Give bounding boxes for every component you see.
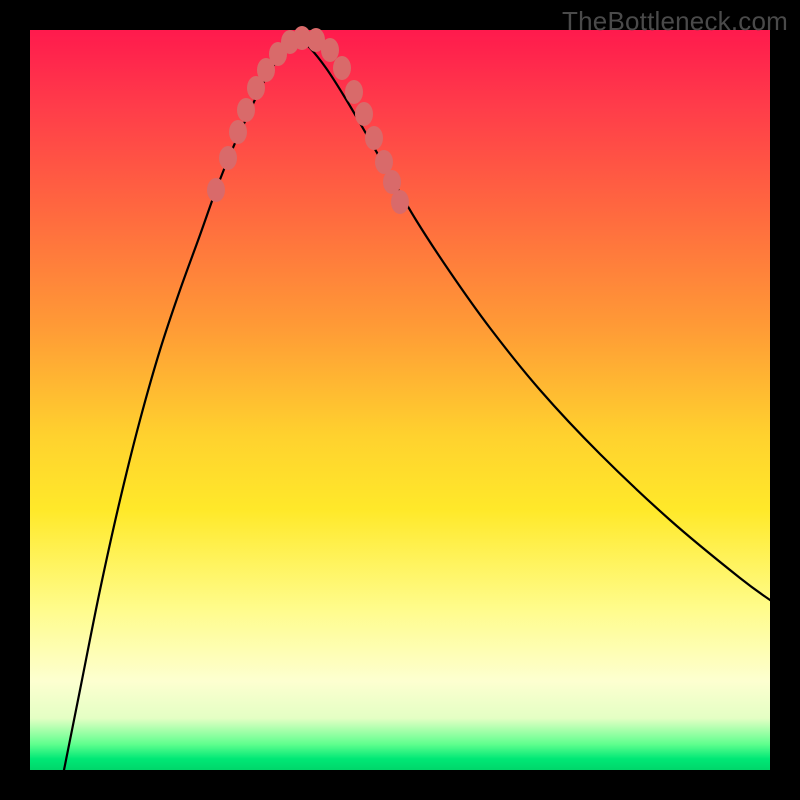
data-marker: [219, 146, 237, 170]
data-marker: [365, 126, 383, 150]
data-marker: [345, 80, 363, 104]
data-marker: [229, 120, 247, 144]
data-marker: [257, 58, 275, 82]
data-marker: [269, 42, 287, 66]
data-marker: [375, 150, 393, 174]
data-marker: [333, 56, 351, 80]
data-marker: [293, 26, 311, 50]
plot-area: [30, 30, 770, 770]
data-marker: [321, 38, 339, 62]
data-marker: [391, 190, 409, 214]
bottleneck-curve: [64, 38, 770, 770]
data-marker: [355, 102, 373, 126]
markers-layer: [30, 30, 770, 770]
curve-layer: [30, 30, 770, 770]
chart-frame: TheBottleneck.com: [0, 0, 800, 800]
data-marker: [383, 170, 401, 194]
watermark-text: TheBottleneck.com: [562, 6, 788, 37]
data-marker: [207, 178, 225, 202]
data-marker: [247, 76, 265, 100]
data-marker: [281, 30, 299, 54]
data-marker: [237, 98, 255, 122]
data-marker: [307, 28, 325, 52]
